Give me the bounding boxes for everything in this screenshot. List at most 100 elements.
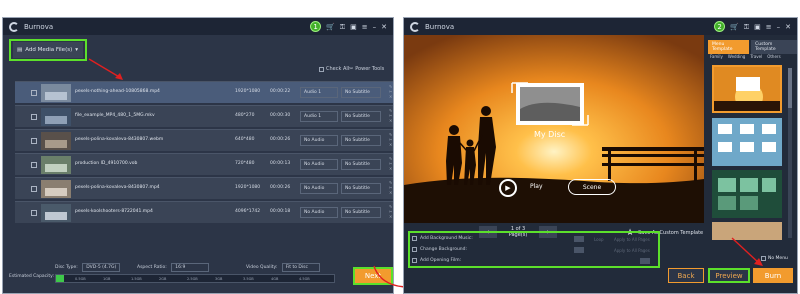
- subtitle-select[interactable]: No Subtitle: [341, 111, 381, 122]
- subtitle-select[interactable]: No Subtitle: [341, 183, 381, 194]
- cart-icon[interactable]: 🛒: [730, 22, 739, 32]
- background-checkbox[interactable]: [412, 247, 417, 252]
- power-tools-button[interactable]: ✂ Power Tools: [349, 66, 384, 72]
- annotation-arrow-icon: [731, 237, 763, 266]
- file-checkbox[interactable]: [31, 162, 37, 168]
- audio-select[interactable]: No Audio: [300, 159, 338, 170]
- file-resolution: 480*270: [235, 113, 255, 118]
- app-title: Burnova: [24, 22, 54, 31]
- feedback-icon[interactable]: ▣: [350, 22, 357, 32]
- close-icon[interactable]: ✕: [381, 22, 387, 32]
- file-row[interactable]: pexels-koolshooters-8722041.mp4 4096*1742…: [15, 201, 393, 223]
- bgm-checkbox[interactable]: [412, 236, 417, 241]
- row-actions-icon[interactable]: ✎ ✂ ✕: [389, 204, 393, 219]
- file-duration: 00:00:18: [270, 209, 291, 214]
- minimize-icon[interactable]: –: [777, 22, 781, 32]
- subtitle-select[interactable]: No Subtitle: [341, 207, 381, 218]
- cart-icon[interactable]: 🛒: [326, 22, 335, 32]
- opening-film-label: Add Opening Film:: [420, 258, 462, 263]
- dropdown-chevron-icon: ▾: [75, 47, 78, 53]
- change-background[interactable]: Change Background:: [412, 247, 467, 252]
- opening-film-field[interactable]: [640, 258, 650, 264]
- menu-window: Burnova 2 🛒 ⚿ ▣ ≡ – ✕ My Disc ▶ Play Sce…: [403, 17, 798, 294]
- capacity-tick: 2.5GB: [187, 277, 198, 281]
- right-title-bar: Burnova 2 🛒 ⚿ ▣ ≡ – ✕: [404, 18, 797, 35]
- menu-title[interactable]: My Disc: [534, 130, 565, 139]
- disc-type-select[interactable]: DVD-5 (4.7G): [82, 263, 121, 272]
- row-actions-icon[interactable]: ✎ ✂ ✕: [389, 180, 393, 195]
- file-thumbnail: [41, 108, 71, 126]
- minimize-icon[interactable]: –: [373, 22, 377, 32]
- video-quality-select[interactable]: Fit to Disc: [281, 263, 320, 272]
- file-checkbox[interactable]: [31, 114, 37, 120]
- tab-custom-template[interactable]: Custom Template: [751, 40, 797, 54]
- file-thumbnail: [41, 156, 71, 174]
- menu-icon[interactable]: ≡: [766, 22, 772, 32]
- preview-button[interactable]: Preview: [708, 268, 750, 283]
- template-thumb-sunset[interactable]: [712, 65, 782, 113]
- opening-film-checkbox[interactable]: [412, 258, 417, 263]
- category-others[interactable]: Others: [767, 54, 780, 59]
- row-actions-icon[interactable]: ✎ ✂ ✕: [389, 132, 393, 147]
- file-row[interactable]: pexels-nothing-ahead-10805868.mp4 1920*10…: [15, 81, 393, 103]
- menu-icon[interactable]: ≡: [362, 22, 368, 32]
- audio-select[interactable]: No Audio: [300, 135, 338, 146]
- template-thumb-film[interactable]: [712, 170, 782, 218]
- add-media-button[interactable]: ▤ Add Media File(s) ▾: [13, 42, 83, 58]
- subtitle-select[interactable]: No Subtitle: [341, 159, 381, 170]
- capacity-tick: 3.5GB: [243, 277, 254, 281]
- capacity-tick: 4GB: [271, 277, 279, 281]
- row-actions-icon[interactable]: ✎ ✂ ✕: [389, 156, 393, 171]
- play-icon[interactable]: ▶: [499, 179, 517, 197]
- power-tools-label: Power Tools: [355, 66, 385, 72]
- tab-menu-template[interactable]: Menu Template: [708, 40, 750, 54]
- file-row[interactable]: production ID_4910700.vob 720*480 00:00:13…: [15, 153, 393, 175]
- key-icon[interactable]: ⚿: [744, 22, 749, 32]
- audio-select[interactable]: Audio 1: [300, 87, 338, 98]
- key-icon[interactable]: ⚿: [340, 22, 345, 32]
- file-checkbox[interactable]: [31, 186, 37, 192]
- scene-button[interactable]: Scene: [568, 179, 616, 195]
- background-file-field[interactable]: [574, 247, 584, 253]
- audio-select[interactable]: No Audio: [300, 183, 338, 194]
- burnova-logo-icon: [9, 21, 19, 32]
- audio-select[interactable]: No Audio: [300, 207, 338, 218]
- burn-button[interactable]: Burn: [753, 268, 793, 283]
- check-all-checkbox[interactable]: [319, 66, 324, 72]
- category-wedding[interactable]: Wedding: [728, 54, 745, 59]
- video-quality-label: Video Quality:: [246, 265, 278, 270]
- category-family[interactable]: Family: [710, 54, 723, 59]
- file-checkbox[interactable]: [31, 90, 37, 96]
- add-background-music[interactable]: Add Background Music:: [412, 236, 473, 241]
- annotation-arrow-icon: [88, 58, 123, 80]
- capacity-tick: 2GB: [159, 277, 167, 281]
- file-duration: 00:00:13: [270, 161, 291, 166]
- capacity-label: Estimated Capacity:: [9, 274, 55, 279]
- file-thumbnail: [41, 204, 71, 222]
- template-tabs: Menu Template Custom Template: [708, 40, 797, 54]
- category-travel[interactable]: Travel: [750, 54, 762, 59]
- subtitle-select[interactable]: No Subtitle: [341, 87, 381, 98]
- subtitle-select[interactable]: No Subtitle: [341, 135, 381, 146]
- play-label[interactable]: Play: [530, 183, 543, 190]
- template-scrollbar[interactable]: [788, 68, 792, 238]
- audio-select[interactable]: Audio 1: [300, 111, 338, 122]
- feedback-icon[interactable]: ▣: [754, 22, 761, 32]
- add-opening-film[interactable]: Add Opening Film:: [412, 258, 461, 263]
- file-row[interactable]: file_example_MP4_480_1_5MG.mkv 480*270 00:…: [15, 105, 393, 127]
- file-checkbox[interactable]: [31, 138, 37, 144]
- bgm-file-field[interactable]: [574, 236, 584, 242]
- aspect-ratio-select[interactable]: 16:9: [171, 263, 210, 272]
- file-row[interactable]: pexels-polina-kovaleva-8430807.webm 640*4…: [15, 129, 393, 151]
- back-button[interactable]: Back: [668, 268, 704, 283]
- row-actions-icon[interactable]: ✎ ✂ ✕: [389, 84, 393, 99]
- file-checkbox[interactable]: [31, 210, 37, 216]
- file-row[interactable]: pexels-polina-kovaleva-8430807.mp4 1920*1…: [15, 177, 393, 199]
- template-thumb-gallery[interactable]: [712, 118, 782, 166]
- menu-preview: My Disc ▶ Play Scene: [404, 35, 704, 223]
- row-actions-icon[interactable]: ✎ ✂ ✕: [389, 108, 393, 123]
- check-all[interactable]: Check All: [319, 66, 349, 72]
- add-media-label: Add Media File(s): [25, 47, 73, 53]
- add-media-window: Burnova 1 🛒 ⚿ ▣ ≡ – ✕ ▤ Add Media File(s…: [2, 17, 394, 294]
- close-icon[interactable]: ✕: [785, 22, 791, 32]
